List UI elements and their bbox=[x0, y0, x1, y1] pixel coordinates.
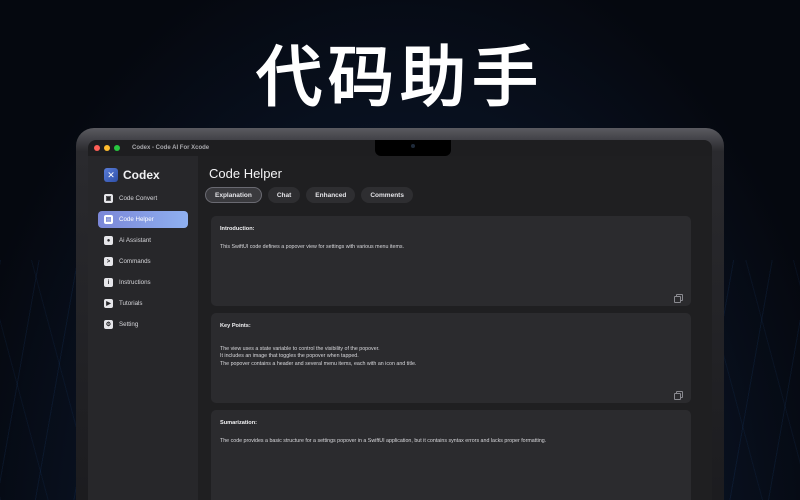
sidebar-item-instructions[interactable]: i Instructions bbox=[98, 274, 188, 291]
card-heading: Introduction: bbox=[220, 226, 255, 232]
chat-bubble-icon: ● bbox=[104, 236, 113, 245]
sidebar-item-label: Code Helper bbox=[119, 216, 154, 223]
card-line: The view uses a state variable to contro… bbox=[220, 346, 380, 352]
sidebar-item-commands[interactable]: > Commands bbox=[98, 253, 188, 270]
main-panel: Code Helper Explanation Chat Enhanced Co… bbox=[198, 156, 712, 500]
camera-icon bbox=[411, 144, 415, 148]
sidebar-item-setting[interactable]: ⚙ Setting bbox=[98, 316, 188, 333]
sidebar-item-label: Commands bbox=[119, 258, 151, 265]
tab-explanation[interactable]: Explanation bbox=[205, 187, 262, 203]
tab-enhanced[interactable]: Enhanced bbox=[306, 187, 356, 203]
sidebar-item-label: Setting bbox=[119, 321, 139, 328]
sidebar-item-code-convert[interactable]: ▣ Code Convert bbox=[98, 190, 188, 207]
card-heading: Key Points: bbox=[220, 323, 251, 329]
card-body: The code provides a basic structure for … bbox=[220, 438, 682, 445]
card-body: This SwiftUI code defines a popover view… bbox=[220, 244, 682, 251]
terminal-icon: > bbox=[104, 257, 113, 266]
summarization-card: Sumarization: The code provides a basic … bbox=[211, 410, 691, 500]
sidebar-item-code-helper[interactable]: ▤ Code Helper bbox=[98, 211, 188, 228]
tab-comments[interactable]: Comments bbox=[361, 187, 413, 203]
sidebar-nav: ▣ Code Convert ▤ Code Helper ● Ai Assist… bbox=[88, 190, 198, 333]
app-window: Codex - Code AI For Xcode ✕ Codex ▣ Code… bbox=[88, 140, 712, 500]
card-heading: Sumarization: bbox=[220, 420, 257, 426]
camera-notch bbox=[375, 140, 451, 156]
page-title: Code Helper bbox=[209, 166, 282, 181]
box-icon: ▣ bbox=[104, 194, 113, 203]
key-points-card: Key Points: The view uses a state variab… bbox=[211, 313, 691, 403]
hero-title: 代码助手 bbox=[256, 39, 544, 116]
sidebar-item-label: Instructions bbox=[119, 279, 151, 286]
brand-name: Codex bbox=[123, 168, 160, 182]
tab-bar: Explanation Chat Enhanced Comments bbox=[205, 187, 419, 203]
card-line: The popover contains a header and severa… bbox=[220, 360, 417, 367]
sidebar-item-ai-assistant[interactable]: ● Ai Assistant bbox=[98, 232, 188, 249]
card-line: This SwiftUI code defines a popover view… bbox=[220, 244, 404, 250]
card-body: The view uses a state variable to contro… bbox=[220, 346, 682, 368]
video-icon: ▶ bbox=[104, 299, 113, 308]
sidebar-item-tutorials[interactable]: ▶ Tutorials bbox=[98, 295, 188, 312]
copy-icon[interactable] bbox=[674, 294, 683, 303]
gear-icon: ⚙ bbox=[104, 320, 113, 329]
tab-chat[interactable]: Chat bbox=[267, 187, 301, 203]
sidebar: ✕ Codex ▣ Code Convert ▤ Code Helper ● A… bbox=[88, 156, 198, 500]
sidebar-item-label: Code Convert bbox=[119, 195, 158, 202]
copy-icon[interactable] bbox=[674, 391, 683, 400]
sidebar-item-label: Ai Assistant bbox=[119, 237, 151, 244]
introduction-card: Introduction: This SwiftUI code defines … bbox=[211, 216, 691, 306]
card-line: The code provides a basic structure for … bbox=[220, 438, 547, 444]
zoom-window-button[interactable] bbox=[114, 145, 120, 151]
info-icon: i bbox=[104, 278, 113, 287]
window-title: Codex - Code AI For Xcode bbox=[132, 145, 210, 151]
wand-icon: ✕ bbox=[104, 168, 118, 182]
close-window-button[interactable] bbox=[94, 145, 100, 151]
brand: ✕ Codex bbox=[88, 156, 198, 186]
folder-icon: ▤ bbox=[104, 215, 113, 224]
laptop-frame: Codex - Code AI For Xcode ✕ Codex ▣ Code… bbox=[76, 128, 724, 500]
minimize-window-button[interactable] bbox=[104, 145, 110, 151]
sidebar-item-label: Tutorials bbox=[119, 300, 143, 307]
card-line: It includes an image that toggles the po… bbox=[220, 353, 359, 360]
